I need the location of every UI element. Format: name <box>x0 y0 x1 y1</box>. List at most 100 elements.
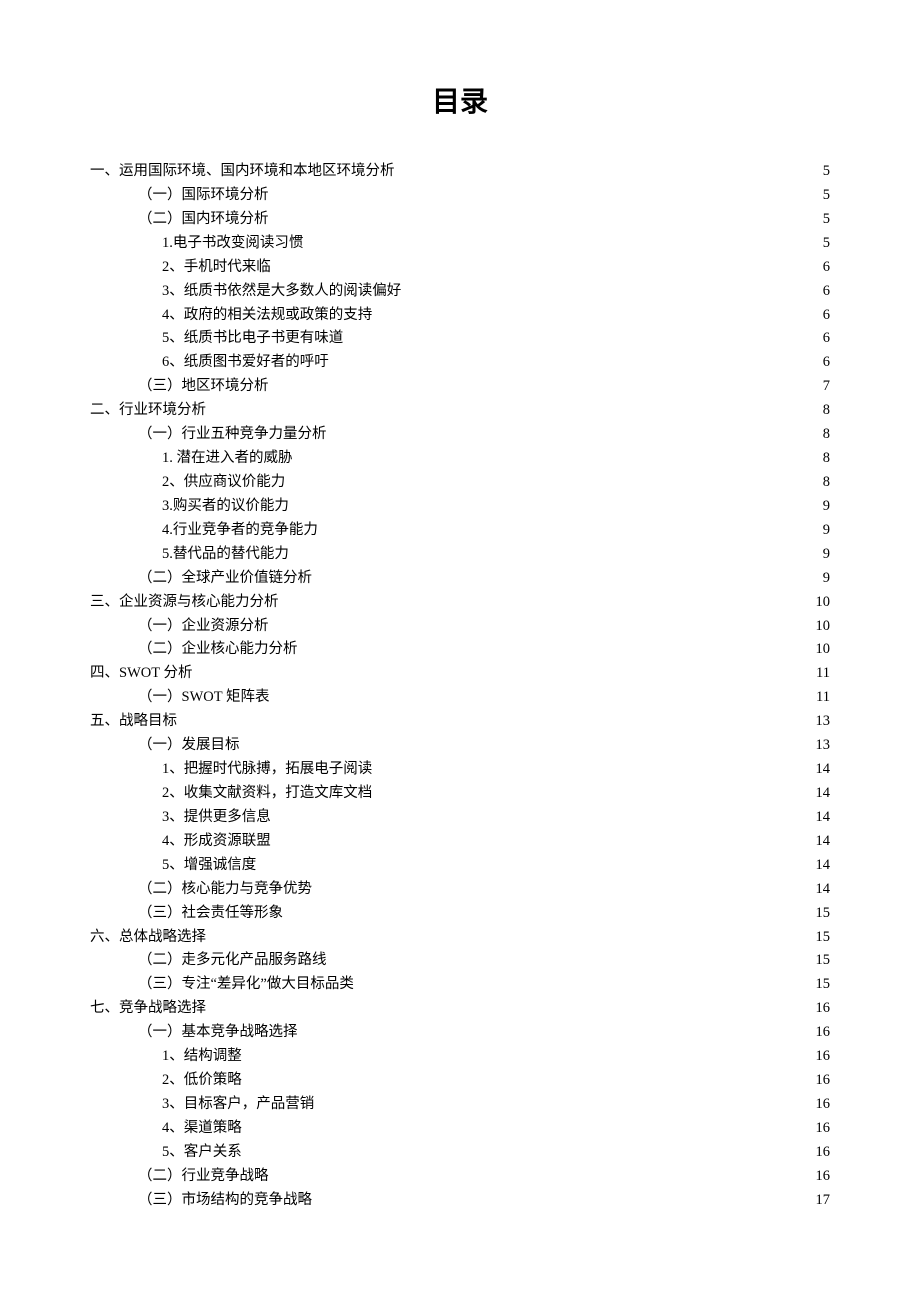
toc-entry-page: 10 <box>816 615 831 639</box>
toc-entry-label: 2、供应商议价能力 <box>162 471 285 495</box>
toc-entry-label: 4、政府的相关法规或政策的支持 <box>162 304 372 328</box>
table-of-contents: 一、运用国际环境、国内环境和本地区环境分析5（一）国际环境分析5（二）国内环境分… <box>90 160 830 1213</box>
toc-entry-page: 14 <box>816 878 831 902</box>
toc-entry-label: 五、战略目标 <box>90 710 177 734</box>
toc-entry[interactable]: （二）走多元化产品服务路线15 <box>90 949 830 973</box>
toc-entry-label: 2、手机时代来临 <box>162 256 271 280</box>
toc-entry[interactable]: （一）基本竞争战略选择 16 <box>90 1021 830 1045</box>
toc-entry-page: 8 <box>823 423 830 447</box>
toc-entry-page: 6 <box>823 256 830 280</box>
toc-entry[interactable]: 五、战略目标13 <box>90 710 830 734</box>
toc-entry-page: 8 <box>823 399 830 423</box>
toc-entry-page: 15 <box>816 926 831 950</box>
toc-entry[interactable]: 七、竞争战略选择 16 <box>90 997 830 1021</box>
toc-entry-page: 6 <box>823 327 830 351</box>
toc-entry-label: 一、运用国际环境、国内环境和本地区环境分析 <box>90 160 395 184</box>
toc-entry[interactable]: （一）SWOT 矩阵表11 <box>90 686 830 710</box>
toc-entry[interactable]: （一）国际环境分析5 <box>90 184 830 208</box>
toc-entry-page: 11 <box>816 662 830 686</box>
toc-entry[interactable]: 5、纸质书比电子书更有味道 6 <box>90 327 830 351</box>
toc-entry[interactable]: （三）专注“差异化”做大目标品类15 <box>90 973 830 997</box>
toc-entry-page: 6 <box>823 351 830 375</box>
toc-entry-page: 14 <box>816 758 831 782</box>
toc-entry-page: 5 <box>823 208 830 232</box>
toc-entry-page: 15 <box>816 902 831 926</box>
toc-entry[interactable]: 5、增强诚信度14 <box>90 854 830 878</box>
toc-entry-label: （一）SWOT 矩阵表 <box>138 686 269 710</box>
toc-entry[interactable]: （一）发展目标13 <box>90 734 830 758</box>
toc-entry[interactable]: 2、手机时代来临 6 <box>90 256 830 280</box>
toc-entry-label: （一）企业资源分析 <box>138 615 269 639</box>
toc-entry-page: 16 <box>816 1117 831 1141</box>
toc-entry[interactable]: 1、结构调整 16 <box>90 1045 830 1069</box>
toc-entry-page: 16 <box>816 1045 831 1069</box>
toc-entry[interactable]: 4、形成资源联盟14 <box>90 830 830 854</box>
toc-entry-label: （二）企业核心能力分析 <box>138 638 298 662</box>
toc-entry-page: 6 <box>823 280 830 304</box>
toc-entry[interactable]: （三）社会责任等形象 15 <box>90 902 830 926</box>
toc-entry[interactable]: （二）国内环境分析5 <box>90 208 830 232</box>
toc-entry-label: 5、客户关系 <box>162 1141 242 1165</box>
toc-entry-page: 14 <box>816 830 831 854</box>
toc-entry[interactable]: （一）行业五种竞争力量分析8 <box>90 423 830 447</box>
toc-entry[interactable]: 2、供应商议价能力8 <box>90 471 830 495</box>
toc-entry[interactable]: 二、行业环境分析8 <box>90 399 830 423</box>
toc-entry[interactable]: 一、运用国际环境、国内环境和本地区环境分析 5 <box>90 160 830 184</box>
toc-entry-page: 16 <box>816 1021 831 1045</box>
toc-entry[interactable]: 4、渠道策略16 <box>90 1117 830 1141</box>
toc-entry-page: 8 <box>823 447 830 471</box>
toc-entry-label: 2、低价策略 <box>162 1069 242 1093</box>
toc-entry[interactable]: 3.购买者的议价能力9 <box>90 495 830 519</box>
toc-entry-page: 16 <box>816 997 831 1021</box>
toc-entry-page: 9 <box>823 519 830 543</box>
toc-entry-page: 5 <box>823 160 830 184</box>
toc-entry-page: 15 <box>816 973 831 997</box>
page-title: 目录 <box>90 80 830 120</box>
toc-entry-label: （一）国际环境分析 <box>138 184 269 208</box>
toc-entry[interactable]: （三）市场结构的竞争战略17 <box>90 1189 830 1213</box>
toc-entry[interactable]: 6、纸质图书爱好者的呼吁6 <box>90 351 830 375</box>
toc-entry[interactable]: 1. 潜在进入者的威胁8 <box>90 447 830 471</box>
toc-entry[interactable]: （三）地区环境分析7 <box>90 375 830 399</box>
toc-entry-label: 四、SWOT 分析 <box>90 662 192 686</box>
toc-entry-label: 2、收集文献资料，打造文库文档 <box>162 782 372 806</box>
toc-entry-page: 9 <box>823 495 830 519</box>
toc-entry-label: 3、提供更多信息 <box>162 806 271 830</box>
toc-entry[interactable]: （二）全球产业价值链分析9 <box>90 567 830 591</box>
toc-entry[interactable]: 4.行业竞争者的竞争能力 9 <box>90 519 830 543</box>
toc-entry[interactable]: 2、低价策略16 <box>90 1069 830 1093</box>
toc-entry-label: （一）基本竞争战略选择 <box>138 1021 298 1045</box>
toc-entry[interactable]: 5.替代品的替代能力 9 <box>90 543 830 567</box>
toc-entry-page: 7 <box>823 375 830 399</box>
toc-entry-label: 5、纸质书比电子书更有味道 <box>162 327 343 351</box>
toc-entry-label: 4.行业竞争者的竞争能力 <box>162 519 318 543</box>
toc-entry-label: 5、增强诚信度 <box>162 854 256 878</box>
toc-entry[interactable]: 1.电子书改变阅读习惯5 <box>90 232 830 256</box>
toc-entry-label: 3、目标客户，产品营销 <box>162 1093 314 1117</box>
toc-entry[interactable]: （二）核心能力与竞争优势14 <box>90 878 830 902</box>
toc-entry[interactable]: 1、把握时代脉搏，拓展电子阅读14 <box>90 758 830 782</box>
toc-entry-label: 5.替代品的替代能力 <box>162 543 289 567</box>
toc-entry-page: 10 <box>816 591 831 615</box>
toc-entry-page: 9 <box>823 543 830 567</box>
toc-entry[interactable]: （二）行业竞争战略16 <box>90 1165 830 1189</box>
toc-entry[interactable]: 5、客户关系 16 <box>90 1141 830 1165</box>
toc-entry[interactable]: 三、企业资源与核心能力分析10 <box>90 591 830 615</box>
toc-entry-page: 10 <box>816 638 831 662</box>
toc-entry[interactable]: 3、目标客户，产品营销 16 <box>90 1093 830 1117</box>
toc-entry[interactable]: （二）企业核心能力分析 10 <box>90 638 830 662</box>
toc-entry[interactable]: （一）企业资源分析 10 <box>90 615 830 639</box>
toc-entry[interactable]: 四、SWOT 分析 11 <box>90 662 830 686</box>
toc-entry[interactable]: 4、政府的相关法规或政策的支持6 <box>90 304 830 328</box>
toc-entry[interactable]: 2、收集文献资料，打造文库文档14 <box>90 782 830 806</box>
toc-entry[interactable]: 六、总体战略选择15 <box>90 926 830 950</box>
toc-entry[interactable]: 3、提供更多信息14 <box>90 806 830 830</box>
toc-entry-page: 15 <box>816 949 831 973</box>
toc-entry-page: 5 <box>823 232 830 256</box>
toc-entry-label: （三）社会责任等形象 <box>138 902 283 926</box>
toc-entry-page: 16 <box>816 1093 831 1117</box>
toc-entry-label: 七、竞争战略选择 <box>90 997 206 1021</box>
toc-entry[interactable]: 3、纸质书依然是大多数人的阅读偏好6 <box>90 280 830 304</box>
toc-entry-label: 1、结构调整 <box>162 1045 242 1069</box>
toc-entry-page: 16 <box>816 1141 831 1165</box>
